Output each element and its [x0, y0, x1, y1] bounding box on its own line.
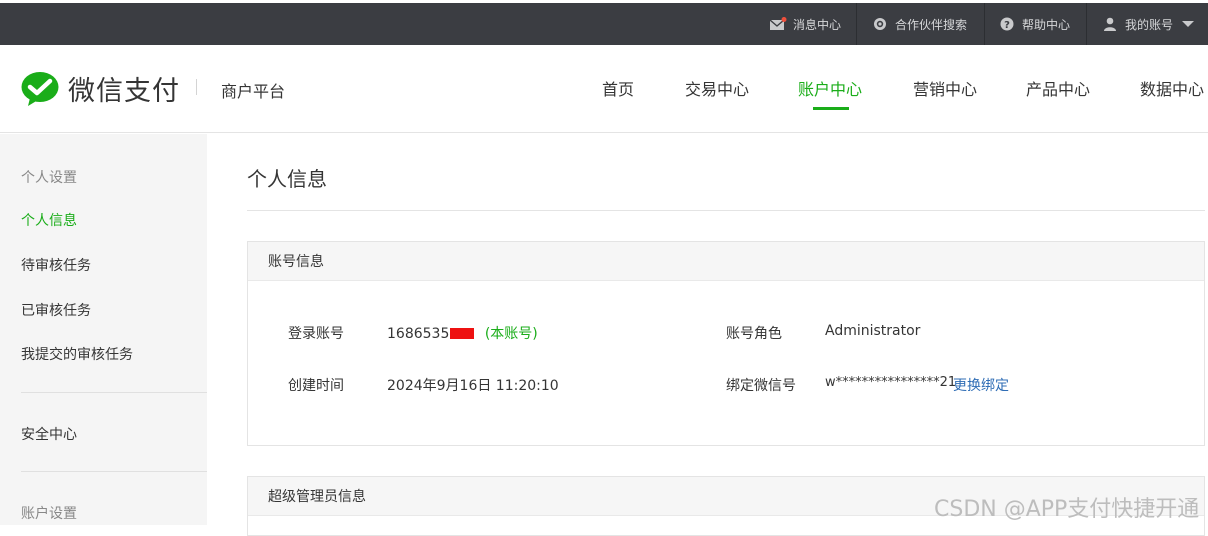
sidebar-group-account: 账户设置	[21, 506, 77, 522]
nav-data[interactable]: 数据中心	[1140, 76, 1204, 100]
brand-name: 微信支付	[68, 76, 180, 107]
nav-products[interactable]: 产品中心	[1026, 76, 1090, 100]
caret-down-icon	[1182, 21, 1195, 27]
login-account-number: 1686535	[387, 326, 450, 342]
nav-marketing[interactable]: 营销中心	[913, 76, 977, 100]
mail-icon	[769, 17, 787, 30]
sidebar-item-security[interactable]: 安全中心	[21, 424, 77, 444]
sidebar-group-personal: 个人设置	[21, 170, 77, 186]
sidebar: 个人设置 个人信息 待审核任务 已审核任务 我提交的审核任务 安全中心 账户设置	[0, 134, 207, 525]
bound-wechat-value: w****************21	[825, 375, 957, 390]
divider	[1086, 3, 1087, 45]
nav-account-center[interactable]: 账户中心	[798, 76, 862, 100]
divider	[247, 210, 1205, 211]
nav-home[interactable]: 首页	[602, 76, 634, 100]
active-nav-indicator	[813, 107, 849, 110]
divider	[21, 471, 207, 472]
help-link[interactable]: ? 帮助中心	[1000, 3, 1070, 45]
account-role-label: 账号角色	[726, 326, 782, 342]
divider	[856, 3, 857, 45]
bound-wechat-label: 绑定微信号	[726, 378, 796, 394]
messages-label: 消息中心	[793, 17, 842, 32]
created-time-label: 创建时间	[288, 378, 344, 394]
header: 微信支付 商户平台 首页 交易中心 账户中心 营销中心 产品中心 数据中心	[0, 45, 1208, 133]
divider	[196, 79, 197, 95]
this-account-tag: (本账号)	[484, 326, 538, 342]
change-binding-link[interactable]: 更换绑定	[953, 375, 1009, 395]
target-icon	[874, 18, 886, 30]
nav-transactions[interactable]: 交易中心	[685, 76, 749, 100]
svg-text:?: ?	[1004, 20, 1010, 31]
divider	[984, 3, 985, 45]
help-icon: ?	[1000, 17, 1014, 31]
account-role-value: Administrator	[825, 323, 921, 339]
account-info-panel: 账号信息	[247, 241, 1205, 446]
top-bar: 消息中心 合作伙伴搜索 ? 帮助中心 我的账号	[0, 3, 1208, 45]
wechat-pay-logo-icon[interactable]	[21, 71, 61, 107]
account-menu[interactable]: 我的账号	[1103, 3, 1195, 45]
panel-title: 账号信息	[248, 242, 1204, 281]
login-account-label: 登录账号	[288, 326, 344, 342]
watermark: CSDN @APP支付快捷开通	[934, 497, 1200, 522]
partner-search-link[interactable]: 合作伙伴搜索	[873, 3, 967, 45]
account-label: 我的账号	[1125, 17, 1174, 32]
platform-subtitle: 商户平台	[221, 82, 286, 101]
sidebar-item-reviewed[interactable]: 已审核任务	[21, 300, 91, 320]
divider	[21, 392, 207, 393]
messages-link[interactable]: 消息中心	[769, 3, 841, 45]
page-title: 个人信息	[247, 167, 327, 191]
sidebar-item-personal-info[interactable]: 个人信息	[21, 210, 77, 230]
user-icon	[1104, 17, 1116, 31]
redaction-mark	[450, 328, 475, 339]
login-account-value: 1686535 (本账号)	[387, 323, 538, 343]
help-label: 帮助中心	[1022, 17, 1071, 32]
sidebar-item-my-submitted[interactable]: 我提交的审核任务	[21, 344, 133, 364]
created-time-value: 2024年9月16日 11:20:10	[387, 378, 559, 394]
partner-search-label: 合作伙伴搜索	[895, 17, 968, 32]
sidebar-item-pending-review[interactable]: 待审核任务	[21, 255, 91, 275]
